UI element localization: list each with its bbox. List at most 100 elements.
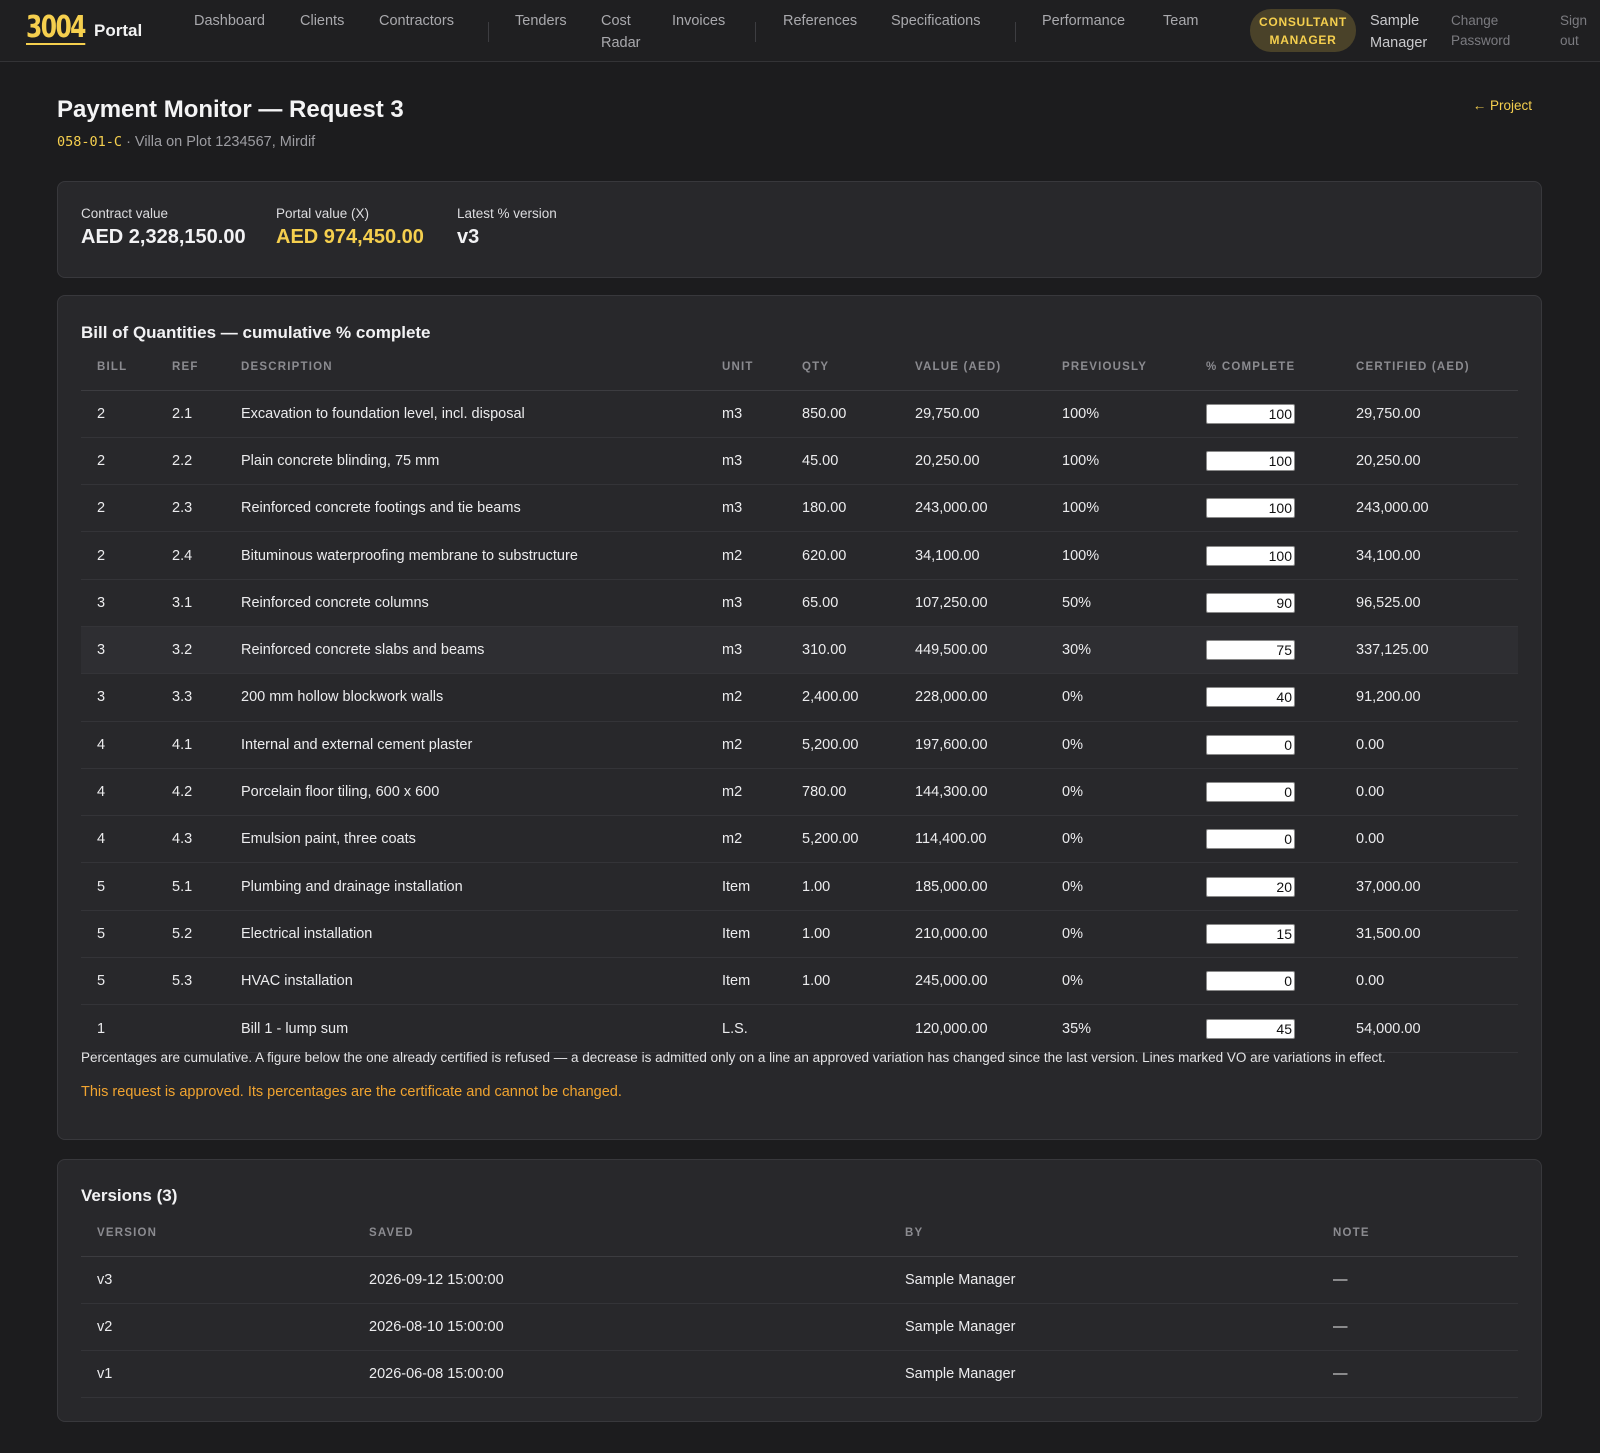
brand-name[interactable]: Portal (94, 21, 142, 41)
pct-complete-input[interactable] (1206, 687, 1295, 708)
project-name: · Villa on Plot 1234567, Mirdif (126, 134, 316, 150)
qty-cell: 2,400.00 (786, 673, 899, 722)
value-cell: 29,750.00 (899, 390, 1046, 438)
previously-cell: 0% (1046, 957, 1190, 1006)
note-cell: — (1317, 1256, 1518, 1304)
certified-cell: 0.00 (1340, 768, 1518, 817)
pct-complete-cell (1190, 579, 1340, 627)
nav-cost-radar[interactable]: Cost Radar (601, 10, 651, 54)
pct-complete-input[interactable] (1206, 1018, 1295, 1039)
nav-divider (488, 22, 489, 42)
unit-cell: m3 (706, 437, 786, 486)
change-password-link[interactable]: Change Password (1451, 11, 1521, 51)
unit-cell: m2 (706, 768, 786, 817)
value-cell: 449,500.00 (899, 626, 1046, 675)
value-cell: 197,600.00 (899, 721, 1046, 769)
versions-body: v3 2026-09-12 15:00:00 Sample Manager — v2 20… (81, 1256, 1518, 1399)
pct-complete-cell (1190, 673, 1340, 722)
portal-value-label: Portal value (X) (276, 206, 370, 221)
ref-cell: 2.3 (156, 484, 225, 533)
back-to-project-link[interactable]: ← Project (1473, 98, 1532, 113)
current-user-name[interactable]: Sample Manager (1370, 10, 1435, 54)
nav-team[interactable]: Team (1163, 10, 1198, 32)
ref-cell: 3.1 (156, 579, 225, 627)
col-pct-complete: % COMPLETE (1190, 344, 1340, 391)
value-cell: 107,250.00 (899, 579, 1046, 627)
bill-cell: 2 (81, 531, 156, 580)
nav-invoices[interactable]: Invoices (672, 10, 725, 32)
boq-card: Bill of Quantities — cumulative % comple… (57, 295, 1542, 1140)
pct-complete-input[interactable] (1206, 923, 1295, 944)
previously-cell: 100% (1046, 390, 1190, 438)
ref-cell: 2.4 (156, 531, 225, 580)
pct-complete-input[interactable] (1206, 829, 1295, 850)
pct-complete-cell (1190, 531, 1340, 580)
bill-cell: 2 (81, 437, 156, 486)
ref-cell: 3.3 (156, 673, 225, 722)
project-code: 058-01-C (57, 134, 123, 150)
boq-row: 2 2.3 Reinforced concrete footings and tie… (81, 484, 1518, 533)
pct-complete-input[interactable] (1206, 782, 1295, 803)
unit-cell: Item (706, 862, 786, 911)
by-cell: Sample Manager (889, 1256, 1317, 1304)
pct-complete-input[interactable] (1206, 450, 1295, 471)
boq-row: 4 4.2 Porcelain floor tiling, 600 x 600 m2 7… (81, 768, 1518, 817)
previously-cell: 100% (1046, 437, 1190, 486)
boq-row: 4 4.1 Internal and external cement plaster… (81, 721, 1518, 769)
brand-logo-number[interactable]: 3004 (26, 13, 86, 45)
pct-complete-input[interactable] (1206, 592, 1295, 613)
value-cell: 20,250.00 (899, 437, 1046, 486)
nav-performance[interactable]: Performance (1042, 10, 1125, 32)
version-cell: v2 (81, 1303, 353, 1352)
ref-cell: 5.2 (156, 910, 225, 959)
nav-references[interactable]: References (783, 10, 857, 32)
value-cell: 228,000.00 (899, 673, 1046, 722)
boq-row: 1 Bill 1 - lump sumL.S. 120,000.0035% 54,00… (81, 1004, 1518, 1053)
col-note: NOTE (1317, 1210, 1518, 1257)
sign-out-link[interactable]: Sign out (1560, 11, 1592, 51)
pct-complete-cell (1190, 390, 1340, 438)
certified-cell: 243,000.00 (1340, 484, 1518, 533)
boq-row: 5 5.2 Electrical installation Item 1.00 210,0… (81, 910, 1518, 959)
pct-complete-input[interactable] (1206, 545, 1295, 566)
unit-cell: Item (706, 957, 786, 1006)
nav-contractors[interactable]: Contractors (379, 10, 454, 32)
bill-cell: 4 (81, 721, 156, 769)
pct-complete-input[interactable] (1206, 971, 1295, 992)
versions-header-row: VERSION SAVED BY NOTE (81, 1210, 1518, 1257)
unit-cell: m3 (706, 484, 786, 533)
pct-complete-input[interactable] (1206, 734, 1295, 755)
nav-tenders[interactable]: Tenders (515, 10, 567, 32)
pct-complete-cell (1190, 484, 1340, 533)
saved-cell: 2026-08-10 15:00:00 (353, 1303, 889, 1352)
qty-cell: 1.00 (786, 957, 899, 1006)
boq-row: 4 4.3 Emulsion paint, three coats m2 5,200.0… (81, 815, 1518, 864)
col-certified: CERTIFIED (AED) (1340, 344, 1518, 391)
bill-cell: 4 (81, 815, 156, 864)
value-cell: 245,000.00 (899, 957, 1046, 1006)
nav-divider (1015, 22, 1016, 42)
col-description: DESCRIPTION (225, 344, 706, 391)
bill-cell: 2 (81, 484, 156, 533)
bill-cell: 3 (81, 673, 156, 722)
version-row[interactable]: v3 2026-09-12 15:00:00 Sample Manager — (81, 1256, 1518, 1304)
pct-complete-input[interactable] (1206, 876, 1295, 897)
saved-cell: 2026-09-12 15:00:00 (353, 1256, 889, 1304)
nav-specifications[interactable]: Specifications (891, 10, 980, 32)
previously-cell: 100% (1046, 531, 1190, 580)
nav-dashboard[interactable]: Dashboard (194, 10, 265, 32)
certified-cell: 37,000.00 (1340, 862, 1518, 911)
bill-cell: 3 (81, 626, 156, 675)
unit-cell: m3 (706, 390, 786, 438)
note-cell: — (1317, 1303, 1518, 1352)
pct-complete-input[interactable] (1206, 640, 1295, 661)
pct-complete-cell (1190, 1004, 1340, 1053)
version-row[interactable]: v1 2026-06-08 15:00:00 Sample Manager — (81, 1350, 1518, 1399)
pct-complete-input[interactable] (1206, 498, 1295, 519)
pct-complete-input[interactable] (1206, 403, 1295, 424)
previously-cell: 30% (1046, 626, 1190, 675)
version-row[interactable]: v2 2026-08-10 15:00:00 Sample Manager — (81, 1303, 1518, 1352)
previously-cell: 0% (1046, 862, 1190, 911)
nav-clients[interactable]: Clients (300, 10, 344, 32)
previously-cell: 0% (1046, 910, 1190, 959)
